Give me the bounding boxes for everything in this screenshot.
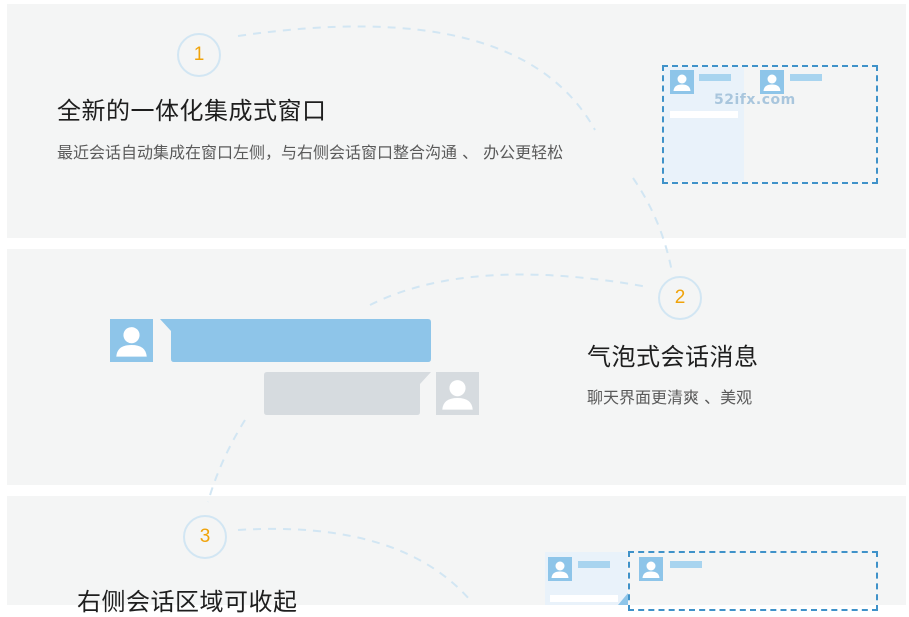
user-avatar-icon [639, 557, 663, 581]
feature-description-1: 最近会话自动集成在窗口左侧，与右侧会话窗口整合沟通 、 办公更轻松 [57, 143, 564, 162]
collapse-arrow-icon [618, 593, 628, 605]
name-placeholder-bar [790, 74, 822, 81]
step-number-3: 3 [183, 515, 227, 559]
user-avatar-icon [110, 319, 153, 362]
user-avatar-icon [436, 372, 479, 415]
feature-title-3: 右侧会话区域可收起 [77, 588, 298, 616]
name-placeholder-bar [670, 561, 702, 568]
step-number-2: 2 [658, 276, 702, 320]
feature-panel-bubble-messages [7, 249, 906, 485]
user-avatar-icon [760, 70, 784, 94]
window-frame [628, 551, 878, 611]
outgoing-message-bubble [264, 372, 431, 415]
feature-title-2: 气泡式会话消息 [587, 343, 759, 371]
user-avatar-icon [548, 557, 572, 581]
session-row [550, 595, 618, 602]
watermark: 52ifx.com [714, 92, 796, 108]
feature-title-1: 全新的一体化集成式窗口 [57, 97, 327, 125]
feature-description-2: 聊天界面更清爽 、美观 [587, 388, 753, 407]
step-number-1: 1 [177, 33, 221, 77]
name-placeholder-bar [578, 561, 610, 568]
user-avatar-icon [670, 70, 694, 94]
incoming-message-bubble [160, 319, 431, 362]
name-placeholder-bar [699, 74, 731, 81]
